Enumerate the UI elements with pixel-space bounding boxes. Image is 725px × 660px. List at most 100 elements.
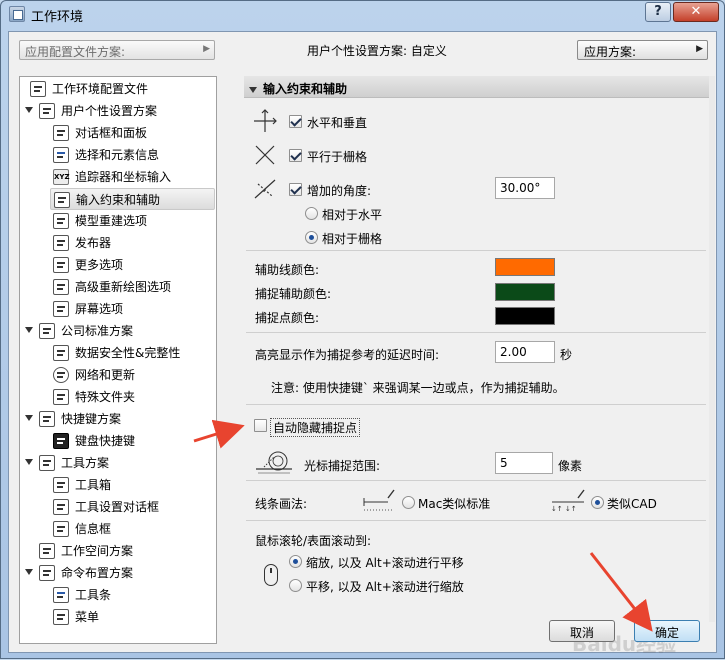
- tree-item-input-constraints[interactable]: 输入约束和辅助: [50, 188, 215, 210]
- tree-item-company-scheme[interactable]: 公司标准方案: [20, 320, 214, 342]
- profile-scheme-label: 用户个性设置方案: 自定义: [307, 44, 447, 58]
- tree-item-keyboard-shortcuts[interactable]: 键盘快捷键: [50, 430, 214, 452]
- globe-icon: [53, 367, 69, 383]
- scroll-pan-radio[interactable]: [289, 579, 302, 592]
- delay-unit: 秒: [560, 348, 573, 362]
- snap-guide-color-label: 捕捉辅助颜色:: [255, 287, 332, 301]
- section-header[interactable]: 输入约束和辅助: [244, 76, 709, 98]
- guide-line-color-label: 辅助线颜色:: [255, 263, 320, 277]
- tree-item-network[interactable]: 网络和更新: [50, 364, 214, 386]
- extra-angle-input[interactable]: 30.00°: [495, 177, 555, 199]
- toolbar-icon: [53, 587, 69, 603]
- tree-item-command-scheme[interactable]: 命令布置方案: [20, 562, 214, 584]
- scroll-label: 鼠标滚轮/表面滚动到:: [255, 534, 372, 548]
- company-icon: [39, 323, 55, 339]
- tree-item-toolbar[interactable]: 工具条: [50, 584, 214, 606]
- apply-scheme-button[interactable]: 应用方案: ▶: [577, 40, 708, 60]
- publisher-icon: [53, 235, 69, 251]
- mac-standard-radio[interactable]: [402, 496, 415, 509]
- tree-item-dialogs[interactable]: 对话框和面板: [50, 122, 214, 144]
- model-icon: [53, 213, 69, 229]
- cursor-range-input[interactable]: 5: [495, 452, 553, 474]
- profile-icon: [30, 81, 46, 97]
- toolbox-icon: [53, 477, 69, 493]
- title-bar[interactable]: 工作环境 ? ✕: [1, 1, 724, 27]
- tree-item-data-safety[interactable]: 数据安全性&完整性: [50, 342, 214, 364]
- svg-text:↓↑ ↓↑: ↓↑ ↓↑: [551, 505, 577, 512]
- collapse-arrow-icon[interactable]: [25, 569, 33, 575]
- collapse-arrow-icon[interactable]: [25, 415, 33, 421]
- tree-item-menu[interactable]: 菜单: [50, 606, 214, 628]
- mac-standard-label: Mac类似标准: [418, 497, 491, 511]
- cad-draw-icon: ↓↑ ↓↑: [551, 489, 585, 512]
- scroll-zoom-radio[interactable]: [289, 555, 302, 568]
- tree-item-more-options[interactable]: 更多选项: [50, 254, 214, 276]
- tree-item-model-rebuild[interactable]: 模型重建选项: [50, 210, 214, 232]
- section-title: 输入约束和辅助: [263, 82, 348, 96]
- snap-point-color-label: 捕捉点颜色:: [255, 311, 320, 325]
- data-safety-icon: [53, 345, 69, 361]
- options-icon: [53, 257, 69, 273]
- scroll-pan-label: 平移, 以及 Alt+滚动进行缩放: [306, 580, 464, 594]
- delay-label: 高亮显示作为捕捉参考的延迟时间:: [255, 348, 440, 362]
- tree-item-user-scheme[interactable]: 用户个性设置方案: [20, 100, 214, 122]
- auto-hide-checkbox[interactable]: [254, 419, 267, 432]
- shortcut-icon: [39, 411, 55, 427]
- tree-item-redraw[interactable]: 高级重新绘图选项: [50, 276, 214, 298]
- relative-horizontal-radio[interactable]: [305, 207, 318, 220]
- tree-item-infobox[interactable]: 信息框: [50, 518, 214, 540]
- close-button[interactable]: ✕: [673, 2, 719, 22]
- menu-icon: [53, 609, 69, 625]
- collapse-arrow-icon[interactable]: [25, 107, 33, 113]
- dialog-window: 工作环境 ? ✕ 应用配置文件方案: ▶ 用户个性设置方案: 自定义 应用方案:…: [0, 0, 725, 659]
- tree-item-profile[interactable]: 工作环境配置文件: [28, 78, 214, 100]
- crosshair-icon: [254, 109, 277, 132]
- divider: [246, 250, 706, 251]
- tree-item-toolbox[interactable]: 工具箱: [50, 474, 214, 496]
- diagonal-cross-icon: [255, 145, 275, 165]
- screen-icon: [53, 301, 69, 317]
- snap-point-color-swatch[interactable]: [495, 307, 555, 325]
- tool-settings-icon: [53, 499, 69, 515]
- divider: [246, 404, 706, 405]
- tree-item-screen[interactable]: 屏幕选项: [50, 298, 214, 320]
- divider: [246, 332, 706, 333]
- relative-grid-radio[interactable]: [305, 231, 318, 244]
- help-button[interactable]: ?: [645, 2, 671, 22]
- folder-icon: [53, 389, 69, 405]
- settings-tree[interactable]: 工作环境配置文件 用户个性设置方案 对话框和面板 选择和元素信息 XYZ 追踪器…: [19, 76, 217, 644]
- ok-button[interactable]: 确定: [634, 620, 700, 642]
- tree-item-workspace[interactable]: 工作空间方案: [28, 540, 214, 562]
- tool-scheme-icon: [39, 455, 55, 471]
- profile-dropdown-label: 应用配置文件方案:: [25, 45, 126, 59]
- extra-angle-checkbox[interactable]: [289, 183, 302, 196]
- user-scheme-icon: [39, 103, 55, 119]
- cad-like-radio[interactable]: [591, 496, 604, 509]
- horizontal-vertical-checkbox[interactable]: [289, 115, 302, 128]
- guide-line-color-swatch[interactable]: [495, 258, 555, 276]
- collapse-arrow-icon[interactable]: [25, 459, 33, 465]
- collapse-arrow-icon[interactable]: [25, 327, 33, 333]
- panel-scrollbar[interactable]: [709, 76, 715, 622]
- parallel-grid-checkbox[interactable]: [289, 149, 302, 162]
- tree-item-tool-settings[interactable]: 工具设置对话框: [50, 496, 214, 518]
- tree-item-tracker[interactable]: XYZ 追踪器和坐标输入: [50, 166, 214, 188]
- relative-horizontal-label: 相对于水平: [322, 208, 383, 222]
- infobox-icon: [53, 521, 69, 537]
- snap-guide-color-swatch[interactable]: [495, 283, 555, 301]
- settings-panel: 输入约束和辅助 水平和垂直 平行于栅格 增加的角度: 30.00° 相对于水平 …: [244, 76, 709, 622]
- tree-item-selection[interactable]: 选择和元素信息: [50, 144, 214, 166]
- tree-item-shortcut-scheme[interactable]: 快捷键方案: [20, 408, 214, 430]
- tree-item-tool-scheme[interactable]: 工具方案: [20, 452, 214, 474]
- mac-draw-icon: [363, 489, 395, 511]
- cancel-button[interactable]: 取消: [549, 620, 615, 642]
- extra-angle-label: 增加的角度:: [307, 184, 372, 198]
- keyboard-icon: [53, 433, 69, 449]
- chevron-right-icon: ▶: [696, 44, 703, 54]
- tree-item-publisher[interactable]: 发布器: [50, 232, 214, 254]
- tree-item-special-folder[interactable]: 特殊文件夹: [50, 386, 214, 408]
- cursor-range-unit: 像素: [558, 459, 583, 473]
- snap-range-icon: [256, 451, 292, 474]
- profile-dropdown[interactable]: 应用配置文件方案: ▶: [19, 40, 215, 60]
- delay-input[interactable]: 2.00: [495, 341, 555, 363]
